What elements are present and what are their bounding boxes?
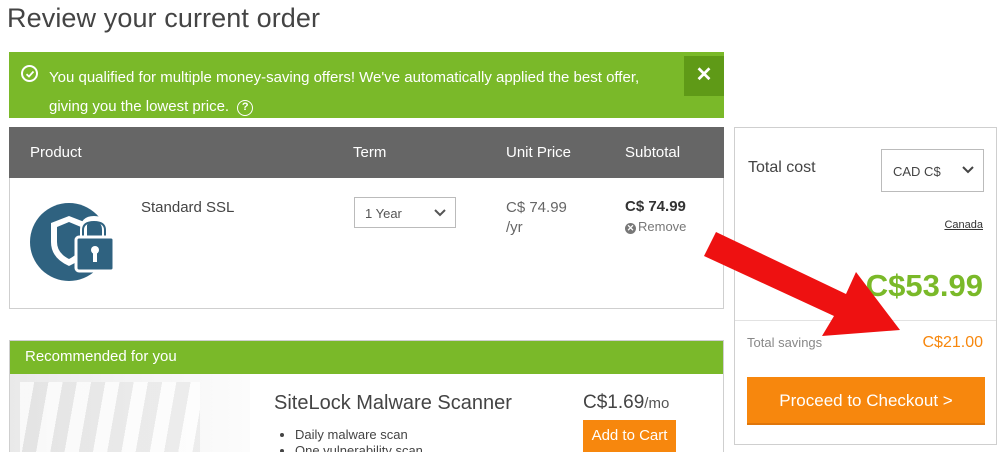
recommended-header-label: Recommended for you <box>25 348 177 365</box>
offer-banner: You qualified for multiple money-saving … <box>9 52 724 118</box>
product-image <box>10 374 250 452</box>
currency-select[interactable]: CAD C$ <box>881 149 984 192</box>
unit-price: C$ 74.99 /yr <box>506 199 567 236</box>
total-savings-amount: C$21.00 <box>922 334 984 351</box>
order-table: Product Term Unit Price Subtotal Standar… <box>9 127 724 309</box>
check-circle-icon <box>21 65 38 82</box>
column-header-subtotal: Subtotal <box>625 144 681 161</box>
offer-message: You qualified for multiple money-saving … <box>49 63 679 121</box>
recommended-header: Recommended for you <box>10 341 723 374</box>
remove-icon: ✕ <box>625 223 636 234</box>
chevron-down-icon <box>962 166 974 174</box>
remove-label: Remove <box>638 219 687 234</box>
column-header-product: Product <box>30 144 82 161</box>
total-cost-label: Total cost <box>748 159 816 176</box>
order-table-header: Product Term Unit Price Subtotal <box>9 127 724 178</box>
add-to-cart-button[interactable]: Add to Cart <box>583 420 676 452</box>
page-title: Review your current order <box>7 3 321 33</box>
order-review-page: Review your current order You qualified … <box>0 0 1000 452</box>
offer-message-text: You qualified for multiple money-saving … <box>49 69 640 115</box>
recommended-price-value: C$1.69 <box>583 392 645 413</box>
column-header-unit-price: Unit Price <box>506 144 572 161</box>
chevron-down-icon <box>434 209 446 217</box>
product-name: Standard SSL <box>141 199 235 216</box>
ssl-shield-lock-icon <box>29 202 117 282</box>
proceed-to-checkout-button[interactable]: Proceed to Checkout > <box>747 377 985 425</box>
feature-item: Daily malware scan <box>295 427 423 443</box>
recommended-price: C$1.69/mo <box>583 392 669 414</box>
currency-selected-value: CAD C$ <box>893 164 941 179</box>
feature-list: Daily malware scan One vulnerability sca… <box>295 427 423 452</box>
column-header-term: Term <box>353 144 387 161</box>
feature-item: One vulnerability scan <box>295 443 423 452</box>
country-link[interactable]: Canada <box>944 219 983 231</box>
help-icon[interactable]: ? <box>237 100 254 116</box>
red-arrow-icon <box>704 232 900 336</box>
close-banner-button[interactable]: ✕ <box>684 56 724 96</box>
recommended-price-unit: /mo <box>644 395 670 412</box>
term-select[interactable]: 1 Year <box>354 197 456 228</box>
remove-link[interactable]: ✕ Remove <box>625 219 686 234</box>
recommended-panel: Recommended for you SiteLock Malware Sca… <box>9 340 724 452</box>
term-selected-value: 1 Year <box>365 206 402 221</box>
subtotal-price: C$ 74.99 <box>625 198 686 215</box>
recommended-product-name: SiteLock Malware Scanner <box>274 392 512 414</box>
